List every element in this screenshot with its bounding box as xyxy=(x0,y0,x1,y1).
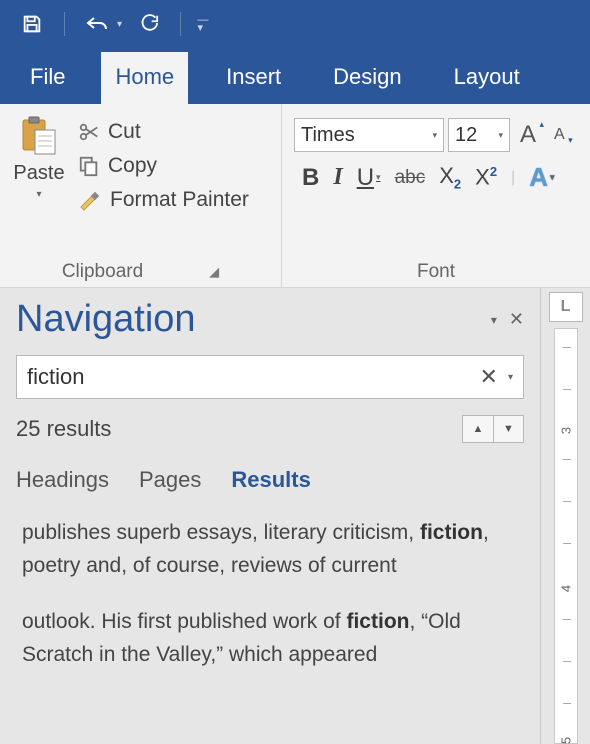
italic-button[interactable]: I xyxy=(333,164,342,191)
nav-options-caret[interactable]: ▾ xyxy=(491,313,497,327)
undo-button[interactable] xyxy=(75,6,119,42)
cut-button[interactable]: Cut xyxy=(78,120,249,144)
ribbon: Paste ▾ Cut Copy Format Painter Clipbo xyxy=(0,104,590,288)
format-painter-button[interactable]: Format Painter xyxy=(78,188,249,212)
cut-label: Cut xyxy=(108,120,141,144)
nav-tabs: Headings Pages Results xyxy=(16,467,524,493)
format-painter-label: Format Painter xyxy=(110,188,249,212)
nav-tab-results[interactable]: Results xyxy=(231,467,310,493)
result-count: 25 results xyxy=(16,416,111,442)
group-label-clipboard: Clipboard ◢ xyxy=(10,255,271,285)
next-result-button[interactable]: ▼ xyxy=(493,416,523,442)
result-hit: fiction xyxy=(420,521,483,544)
text-effects-button[interactable]: A▾ xyxy=(529,162,554,193)
navigation-pane: Navigation ▾ ✕ ✕ ▾ 25 results ▲ ▼ Headin… xyxy=(0,288,540,744)
ruler-tick: 4 xyxy=(558,585,573,592)
brush-icon xyxy=(78,189,102,211)
underline-button[interactable]: U▾ xyxy=(357,164,381,192)
save-button[interactable] xyxy=(10,6,54,42)
paste-caret[interactable]: ▾ xyxy=(36,189,41,200)
clear-search-button[interactable]: ✕ xyxy=(476,364,502,390)
result-pre: publishes superb essays, literary critic… xyxy=(22,521,420,544)
group-font: Times ▾ 12 ▾ A A B I U▾ abc X2 X2 | A▾ xyxy=(282,104,590,287)
copy-icon xyxy=(78,155,100,177)
tab-stop-selector[interactable]: L xyxy=(549,292,583,322)
tab-file[interactable]: File xyxy=(18,52,77,104)
quick-access-toolbar: ▾ —▾ xyxy=(0,0,590,48)
customize-qat[interactable]: —▾ xyxy=(191,6,215,42)
nav-search-box[interactable]: ✕ ▾ xyxy=(16,355,524,399)
shrink-font-button[interactable]: A xyxy=(554,126,565,144)
tab-layout[interactable]: Layout xyxy=(440,52,534,104)
vertical-ruler[interactable]: 3 4 5 xyxy=(554,328,578,744)
search-input[interactable] xyxy=(27,364,476,390)
copy-button[interactable]: Copy xyxy=(78,154,249,178)
redo-button[interactable] xyxy=(126,6,170,42)
search-result[interactable]: publishes superb essays, literary critic… xyxy=(16,517,524,582)
font-name-value: Times xyxy=(301,124,355,147)
font-size-combo[interactable]: 12 ▾ xyxy=(448,118,510,152)
clipboard-dialog-launcher[interactable]: ◢ xyxy=(209,264,219,280)
group-label-font: Font xyxy=(292,255,580,285)
subscript-button[interactable]: X2 xyxy=(439,163,461,191)
strikethrough-button[interactable]: abc xyxy=(395,167,426,189)
paste-icon xyxy=(21,116,57,156)
result-nav-arrows: ▲ ▼ xyxy=(462,415,524,443)
bold-button[interactable]: B xyxy=(302,164,319,192)
scissors-icon xyxy=(78,121,100,143)
paste-label: Paste xyxy=(13,162,64,185)
prev-result-button[interactable]: ▲ xyxy=(463,416,493,442)
nav-results-list: publishes superb essays, literary critic… xyxy=(16,517,524,695)
tab-home[interactable]: Home xyxy=(101,52,188,104)
nav-tab-pages[interactable]: Pages xyxy=(139,467,201,493)
copy-label: Copy xyxy=(108,154,157,178)
search-options-caret[interactable]: ▾ xyxy=(502,372,513,383)
font-name-combo[interactable]: Times ▾ xyxy=(294,118,444,152)
font-size-value: 12 xyxy=(455,124,477,147)
ruler-tick: 3 xyxy=(558,427,573,434)
tab-insert[interactable]: Insert xyxy=(212,52,295,104)
chevron-down-icon: ▾ xyxy=(498,130,503,141)
navigation-title: Navigation xyxy=(16,298,196,341)
ruler-tick: 5 xyxy=(558,737,573,744)
tab-design[interactable]: Design xyxy=(319,52,415,104)
close-pane-button[interactable]: ✕ xyxy=(509,309,524,330)
grow-font-button[interactable]: A xyxy=(520,121,536,149)
result-hit: fiction xyxy=(346,610,409,633)
chevron-down-icon: ▾ xyxy=(432,130,437,141)
paste-button[interactable]: Paste ▾ xyxy=(10,110,68,255)
undo-more-caret[interactable]: ▾ xyxy=(117,19,122,30)
vertical-ruler-area: L 3 4 5 xyxy=(540,288,590,744)
search-result[interactable]: outlook. His first published work of fic… xyxy=(16,606,524,671)
superscript-button[interactable]: X2 xyxy=(475,164,497,190)
result-pre: outlook. His first published work of xyxy=(22,610,346,633)
ribbon-tabs: File Home Insert Design Layout xyxy=(0,48,590,104)
separator xyxy=(180,12,181,36)
nav-tab-headings[interactable]: Headings xyxy=(16,467,109,493)
separator xyxy=(64,12,65,36)
group-clipboard: Paste ▾ Cut Copy Format Painter Clipbo xyxy=(0,104,282,287)
